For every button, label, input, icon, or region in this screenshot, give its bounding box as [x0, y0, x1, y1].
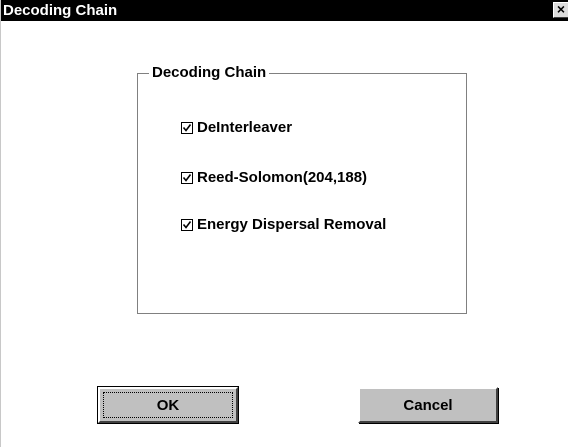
ok-button-label: OK [156, 396, 180, 414]
ok-button[interactable]: OK [97, 386, 239, 424]
checkmark-icon [182, 221, 192, 229]
energy-dispersal-removal-option[interactable]: Energy Dispersal Removal [181, 216, 386, 234]
reed-solomon-label: Reed-Solomon(204,188) [197, 169, 368, 186]
close-icon: × [556, 1, 566, 17]
reed-solomon-option[interactable]: Reed-Solomon(204,188) [181, 169, 367, 187]
deinterleaver-option[interactable]: DeInterleaver [181, 119, 292, 137]
reed-solomon-checkbox[interactable] [181, 172, 193, 184]
group-label: Decoding Chain [149, 64, 270, 82]
title-bar[interactable]: Decoding Chain × [1, 0, 568, 21]
checkmark-icon [182, 174, 192, 182]
decoding-chain-dialog: Decoding Chain × Decoding Chain DeInterl… [0, 0, 568, 447]
cancel-button-label: Cancel [403, 396, 453, 414]
deinterleaver-label: DeInterleaver [197, 119, 293, 136]
close-button[interactable]: × [553, 2, 568, 18]
decoding-chain-group: Decoding Chain DeInterleaver Reed-Solomo… [137, 64, 467, 314]
energy-dispersal-removal-label: Energy Dispersal Removal [197, 216, 387, 233]
energy-dispersal-removal-checkbox[interactable] [181, 219, 193, 231]
deinterleaver-checkbox[interactable] [181, 122, 193, 134]
window-title: Decoding Chain [3, 2, 118, 19]
cancel-button[interactable]: Cancel [358, 387, 498, 423]
checkmark-icon [182, 124, 192, 132]
